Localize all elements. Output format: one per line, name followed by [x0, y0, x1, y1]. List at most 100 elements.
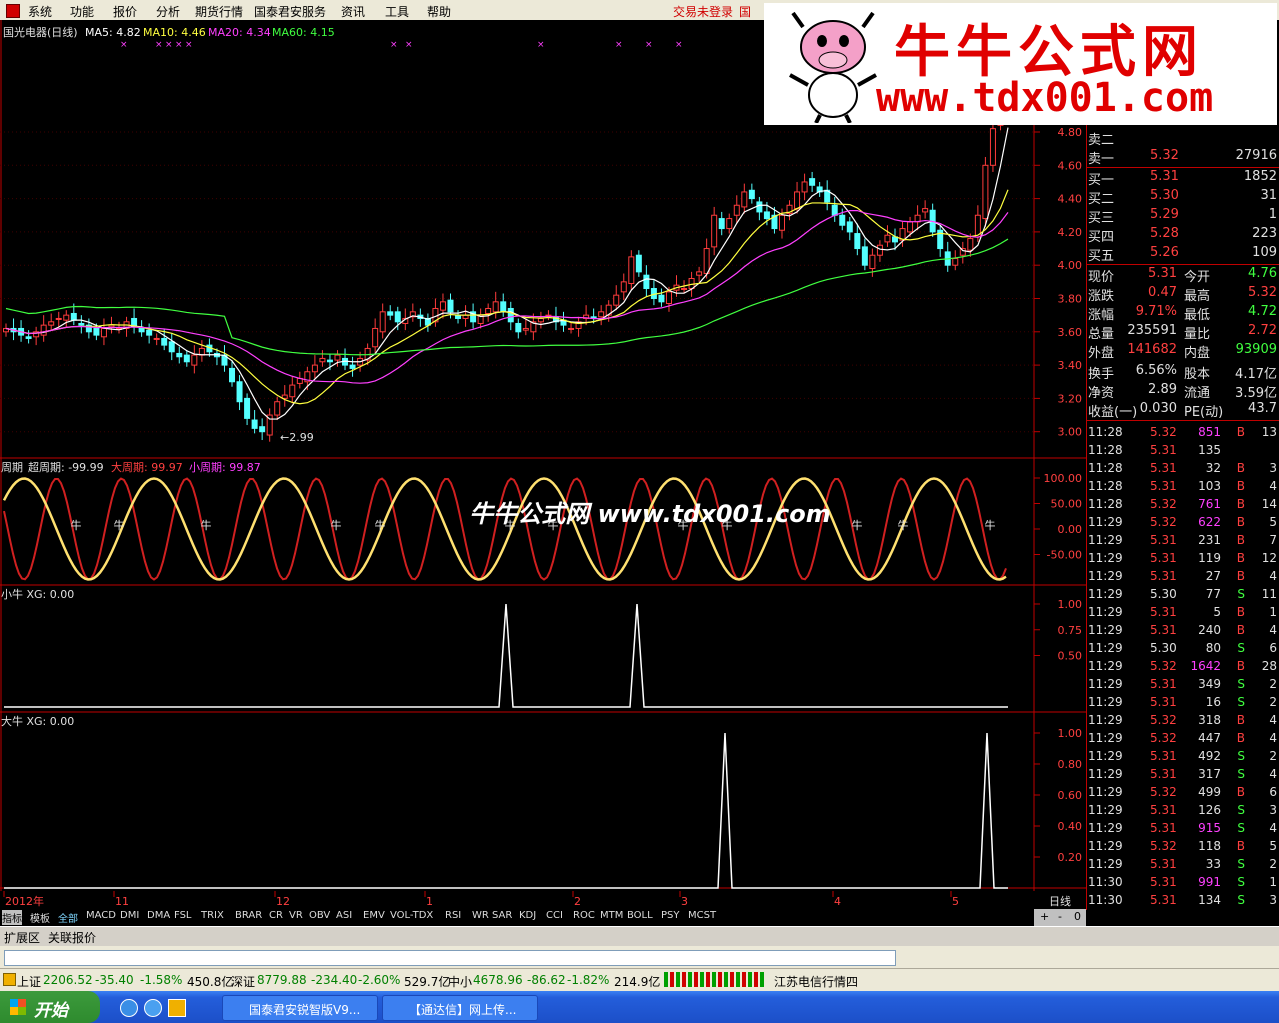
menu-item-6[interactable]: 资讯	[341, 3, 365, 20]
stat-label: 股本	[1184, 367, 1211, 382]
menu-item-3[interactable]: 分析	[156, 3, 180, 20]
trade-price: 5.31	[1150, 551, 1177, 565]
menu-item-8[interactable]: 帮助	[427, 3, 451, 20]
ext-tab-area[interactable]: 扩展区	[4, 929, 40, 946]
tab-指标[interactable]: 指标	[2, 910, 22, 925]
tab-emv[interactable]: EMV	[363, 910, 385, 925]
trade-price: 5.32	[1150, 839, 1177, 853]
stat-value: 141682	[1127, 342, 1177, 357]
candle-body	[70, 312, 77, 321]
quicklaunch-folder-icon[interactable]	[168, 999, 186, 1017]
candle-body	[681, 288, 688, 291]
cycle-marker: 牛	[375, 518, 386, 532]
trade-side: S	[1237, 677, 1245, 691]
tab-kdj[interactable]: KDJ	[519, 910, 536, 925]
trade-row: 11:29 5.31 492 S 2	[1086, 748, 1279, 766]
trade-time: 11:28	[1088, 479, 1123, 493]
watermark-text: 牛牛公式网 www.tdx001.com	[469, 500, 831, 528]
trade-time: 11:29	[1088, 857, 1123, 871]
stat-row: 收益(一) 0.030 PE(动) 43.7	[1086, 400, 1279, 420]
date-label: 11	[115, 895, 129, 908]
candle-body	[726, 218, 733, 230]
stat-value: 6.56%	[1135, 363, 1177, 378]
ask-label: 卖二	[1088, 133, 1115, 148]
menu-item-0[interactable]: 系统	[28, 3, 52, 20]
tab-mtm[interactable]: MTM	[600, 910, 623, 925]
trade-login-status[interactable]: 交易未登录	[673, 3, 733, 20]
candle-body	[778, 214, 785, 231]
candle-body	[643, 274, 650, 290]
menu-item-1[interactable]: 功能	[70, 3, 94, 20]
tab-obv[interactable]: OBV	[309, 910, 330, 925]
tab-trix[interactable]: TRIX	[201, 910, 224, 925]
quicklaunch-ie-icon[interactable]	[120, 999, 138, 1017]
tab-全部[interactable]: 全部	[58, 910, 78, 925]
menu-item-4[interactable]: 期货行情	[195, 3, 243, 20]
app-icon[interactable]	[6, 4, 20, 18]
stat-label: 涨跌	[1088, 289, 1115, 304]
stat-row: 现价 5.31 今开 4.76	[1086, 265, 1279, 285]
tab-asi[interactable]: ASI	[336, 910, 352, 925]
tab-dma[interactable]: DMA	[147, 910, 170, 925]
candle-body	[982, 164, 989, 220]
quicklaunch-app-icon[interactable]	[144, 999, 162, 1017]
low-price-label: ←2.99	[280, 431, 314, 444]
tab-fsl[interactable]: FSL	[174, 910, 192, 925]
start-button[interactable]: 开始	[0, 991, 100, 1023]
zoom-button-1[interactable]: -	[1058, 910, 1062, 923]
trade-volume: 622	[1198, 515, 1221, 529]
zoom-button-2[interactable]: 0	[1074, 910, 1081, 923]
cycle-marker: 牛	[898, 518, 909, 532]
task-guotai[interactable]: 国泰君安锐智版V9...	[222, 995, 378, 1021]
tab-wr[interactable]: WR	[472, 910, 489, 925]
cycle-axis-label: 100.00	[1044, 472, 1083, 485]
tab-roc[interactable]: ROC	[573, 910, 595, 925]
trade-count: 1	[1269, 605, 1277, 619]
tab-cci[interactable]: CCI	[546, 910, 563, 925]
tab-vol-tdx[interactable]: VOL-TDX	[390, 910, 433, 925]
cycle-marker: 牛	[201, 518, 212, 532]
tab-cr[interactable]: CR	[269, 910, 283, 925]
candle-body	[718, 218, 725, 230]
trade-count: 2	[1269, 677, 1277, 691]
price-axis-label: 4.60	[1058, 159, 1083, 172]
tab-模板[interactable]: 模板	[30, 910, 50, 925]
menu-item-2[interactable]: 报价	[113, 3, 137, 20]
server-info[interactable]: 江苏电信行情四	[774, 973, 858, 990]
candle-body	[515, 322, 522, 333]
tab-brar[interactable]: BRAR	[235, 910, 262, 925]
candle-body	[989, 128, 996, 166]
task-tdx[interactable]: 【通达信】网上传...	[382, 995, 538, 1021]
tab-sar[interactable]: SAR	[492, 910, 512, 925]
tab-boll[interactable]: BOLL	[627, 910, 653, 925]
trade-volume: 118	[1198, 839, 1221, 853]
tab-vr[interactable]: VR	[289, 910, 303, 925]
ask-volume: 27916	[1235, 148, 1277, 163]
menu-item-5[interactable]: 国泰君安服务	[254, 3, 326, 20]
trade-time: 11:29	[1088, 587, 1123, 601]
horizontal-scrollbar[interactable]	[0, 946, 1279, 968]
menu-guo[interactable]: 国	[739, 3, 751, 20]
trade-row: 11:29 5.32 318 B 4	[1086, 712, 1279, 730]
trade-side: S	[1237, 803, 1245, 817]
ext-tab-related[interactable]: 关联报价	[48, 929, 96, 946]
big-bull-title: 大牛 XG: 0.00	[1, 714, 74, 728]
tab-macd[interactable]: MACD	[86, 910, 116, 925]
trade-volume: 135	[1198, 443, 1221, 457]
zoom-button-0[interactable]: +	[1040, 910, 1049, 923]
trade-row: 11:28 5.31 103 B 4	[1086, 478, 1279, 496]
trade-row: 11:29 5.31 16 S 2	[1086, 694, 1279, 712]
tab-psy[interactable]: PSY	[661, 910, 680, 925]
trade-row: 11:29 5.31 231 B 7	[1086, 532, 1279, 550]
cycle-item-2: 小周期: 99.87	[189, 461, 261, 474]
tab-mcst[interactable]: MCST	[688, 910, 716, 925]
trade-price: 5.30	[1150, 587, 1177, 601]
tab-rsi[interactable]: RSI	[445, 910, 461, 925]
big-axis-label: 0.60	[1058, 789, 1083, 802]
cycle-item-1: 大周期: 99.97	[111, 460, 183, 474]
candle-body	[492, 301, 499, 313]
stat-label: 流通	[1184, 386, 1211, 401]
menu-item-7[interactable]: 工具	[385, 3, 409, 20]
candle-body	[794, 191, 801, 210]
tab-dmi[interactable]: DMI	[120, 910, 139, 925]
